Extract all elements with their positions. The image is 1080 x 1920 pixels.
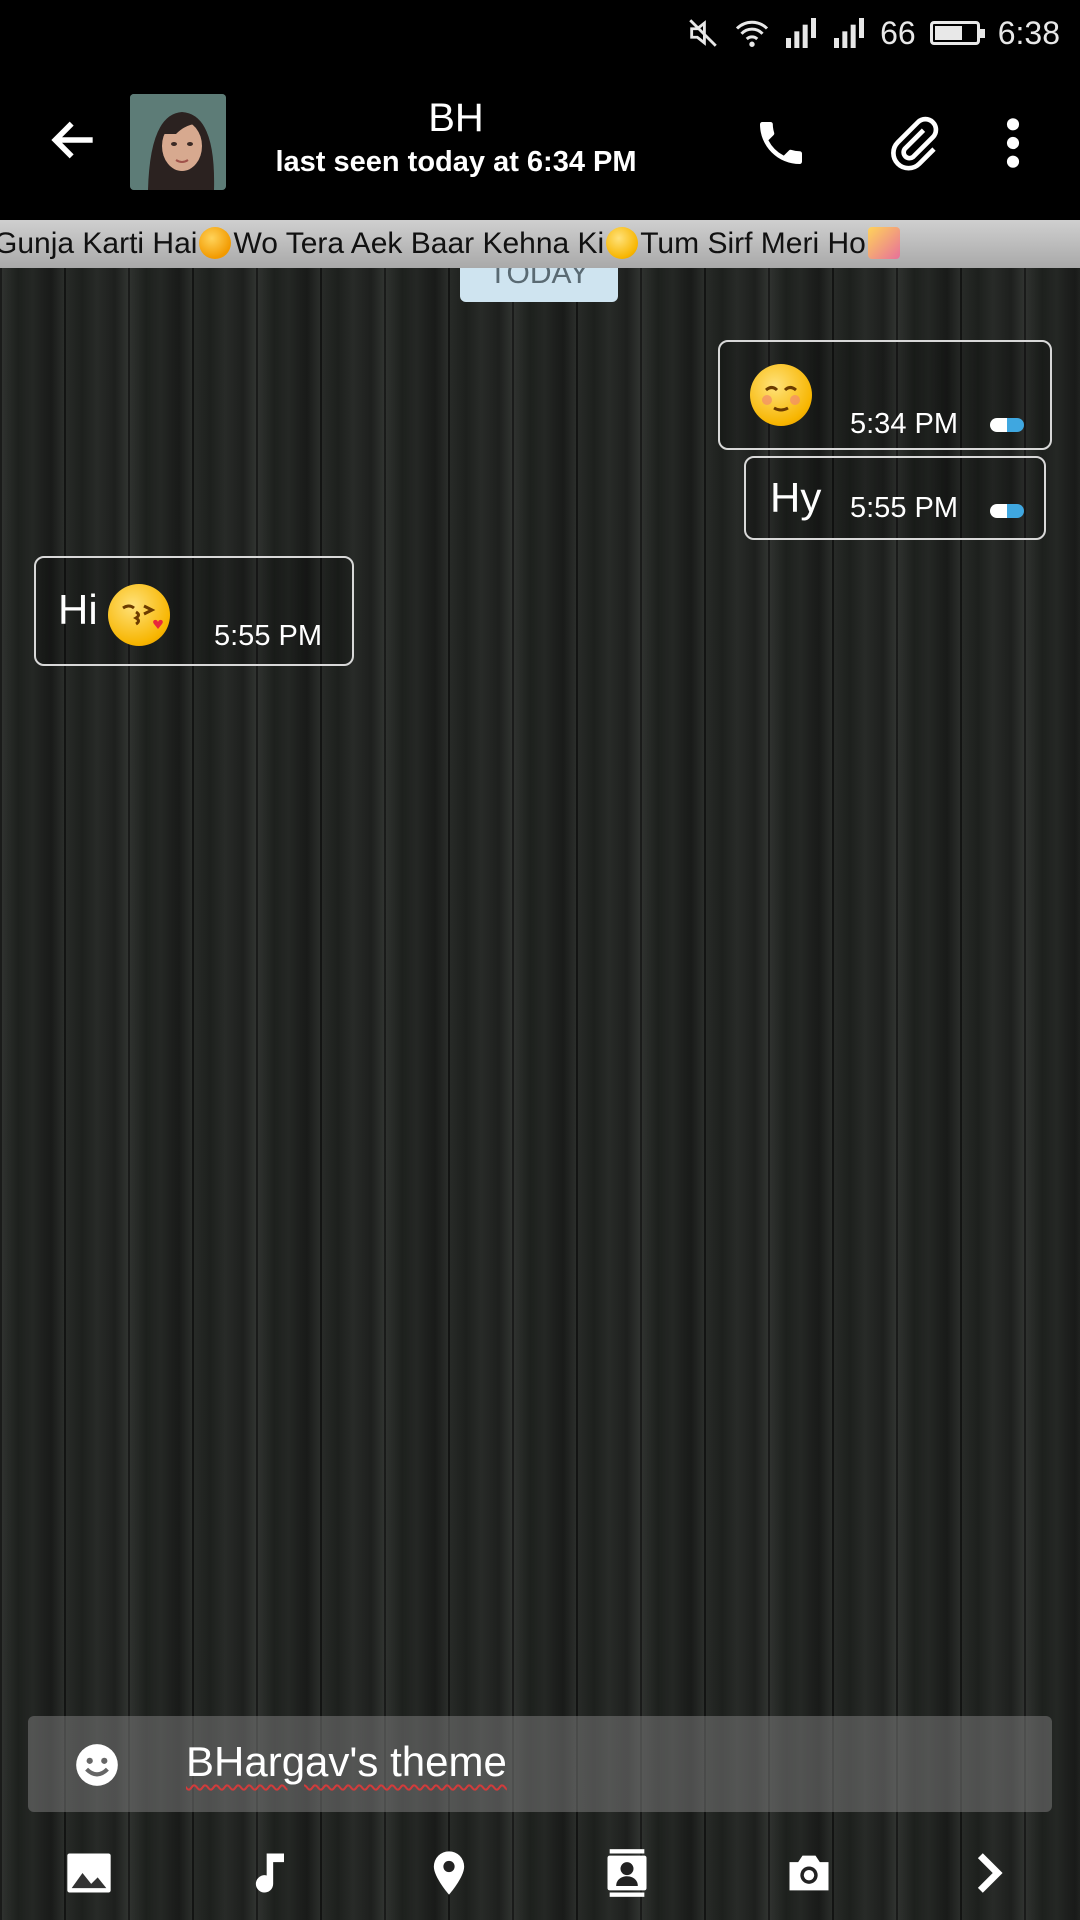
back-button[interactable]: [46, 112, 106, 172]
wifi-icon: [734, 17, 770, 49]
status-bar: 66 6:38: [0, 0, 1080, 66]
message-time: 5:55 PM: [850, 492, 958, 524]
relieved-face-emoji-icon: [750, 364, 812, 426]
battery-percent: 66: [880, 14, 916, 51]
signal-icon-2: [832, 18, 866, 48]
paperclip-icon: [891, 116, 939, 171]
message-incoming-1[interactable]: Hi 5:55 PM: [34, 556, 354, 666]
location-button[interactable]: [416, 1840, 482, 1906]
kiss-emoji-icon: [606, 227, 639, 259]
marquee-part-2: Wo Tera Aek Baar Kehna Ki: [233, 227, 605, 260]
message-outgoing-1[interactable]: 5:34 PM: [718, 340, 1052, 450]
more-attachments-button[interactable]: [956, 1840, 1022, 1906]
more-vert-icon: [1006, 118, 1020, 168]
contact-info[interactable]: BH last seen today at 6:34 PM: [256, 94, 656, 182]
avatar[interactable]: [130, 94, 226, 190]
kissing-face-emoji-icon: [108, 584, 170, 646]
attach-button[interactable]: [880, 110, 946, 176]
chat-header: BH last seen today at 6:34 PM: [0, 66, 1080, 220]
read-receipt-icon: [990, 418, 1024, 432]
phone-icon: [760, 122, 802, 164]
message-input[interactable]: BHargav's theme: [28, 1716, 1052, 1812]
last-seen-status: last seen today at 6:34 PM: [275, 146, 637, 178]
message-time: 5:55 PM: [214, 620, 322, 652]
camera-icon: [789, 1855, 829, 1891]
location-pin-icon: [433, 1851, 465, 1895]
camera-button[interactable]: [776, 1840, 842, 1906]
message-input-text[interactable]: BHargav's theme: [186, 1738, 507, 1786]
clock: 6:38: [997, 14, 1060, 51]
contact-name: BH: [428, 96, 484, 140]
message-text: Hi: [58, 586, 98, 633]
signal-icon-1: [784, 18, 818, 48]
contact-button[interactable]: [594, 1840, 660, 1906]
read-receipt-icon: [990, 504, 1024, 518]
couple-emoji-icon: [867, 227, 900, 259]
image-icon: [67, 1853, 111, 1893]
gallery-button[interactable]: [56, 1840, 122, 1906]
overflow-menu-button[interactable]: [980, 110, 1046, 176]
mute-icon: [686, 16, 720, 50]
message-time: 5:34 PM: [850, 408, 958, 440]
voice-call-button[interactable]: [748, 110, 814, 176]
music-note-icon: [255, 1853, 284, 1893]
message-outgoing-2[interactable]: Hy 5:55 PM: [744, 456, 1046, 540]
emoji-button[interactable]: [72, 1740, 122, 1790]
contact-card-icon: [607, 1849, 647, 1897]
arrow-left-icon: [51, 121, 93, 159]
message-text: Hy: [770, 474, 822, 521]
attachment-bar: [0, 1826, 1080, 1920]
scrolling-status-text: Gunja Karti Hai Wo Tera Aek Baar Kehna Ki…: [0, 220, 1080, 268]
battery-icon: [929, 21, 985, 45]
marquee-part-3: Tum Sirf Meri Ho: [640, 227, 866, 260]
heart-eyes-emoji-icon: [199, 227, 232, 259]
marquee-part-1: Gunja Karti Hai: [0, 227, 198, 260]
smiley-icon: [76, 1744, 118, 1786]
audio-button[interactable]: [238, 1840, 304, 1906]
chevron-right-icon: [977, 1853, 1003, 1893]
